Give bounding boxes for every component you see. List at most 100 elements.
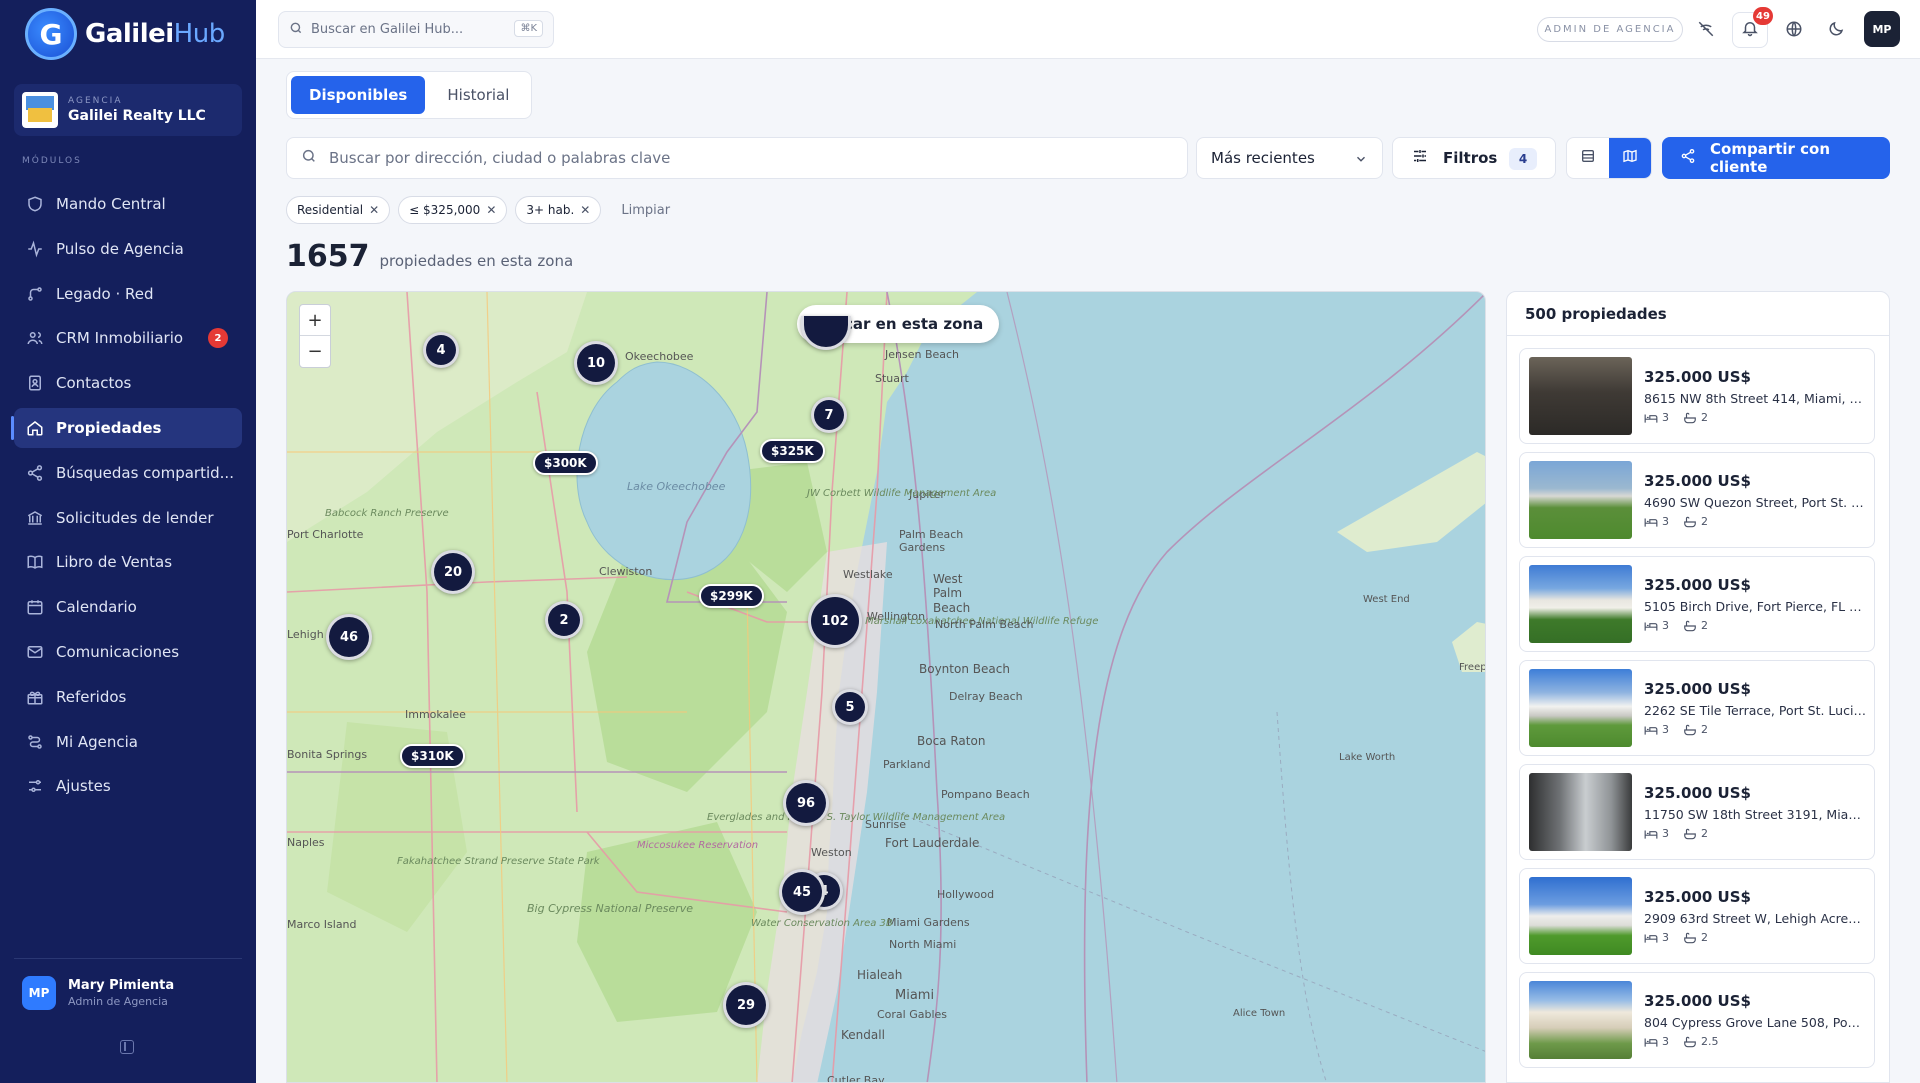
price-pin[interactable]: $299K bbox=[699, 584, 764, 608]
listing-specs: 3 2 bbox=[1644, 515, 1708, 528]
listing-card[interactable]: 325.000 US$ 8615 NW 8th Street 414, Miam… bbox=[1519, 348, 1875, 444]
map-label: JW Corbett Wildlife Management Area bbox=[807, 488, 997, 499]
close-icon[interactable]: ✕ bbox=[580, 203, 590, 217]
sidebar-item-busquedas-compartidas[interactable]: Búsquedas compartid... bbox=[14, 453, 242, 493]
map-cluster[interactable]: 45 bbox=[779, 869, 825, 915]
sidebar-item-mi-agencia[interactable]: Mi Agencia bbox=[14, 722, 242, 762]
listing-card[interactable]: 325.000 US$ 2909 63rd Street W, Lehigh A… bbox=[1519, 868, 1875, 964]
wifi-off-icon[interactable] bbox=[1692, 15, 1720, 43]
close-icon[interactable]: ✕ bbox=[486, 203, 496, 217]
agency-switcher[interactable]: AGENCIA Galilei Realty LLC bbox=[14, 84, 242, 136]
users-icon bbox=[26, 329, 44, 347]
clear-filters-link[interactable]: Limpiar bbox=[621, 203, 670, 218]
list-view-button[interactable] bbox=[1567, 138, 1609, 178]
listing-baths: 2 bbox=[1701, 515, 1708, 528]
sidebar-item-contactos[interactable]: Contactos bbox=[14, 363, 242, 403]
topbar: Buscar en Galilei Hub... ⌘K ADMIN DE AGE… bbox=[256, 0, 1920, 59]
collapse-sidebar-icon[interactable] bbox=[120, 1040, 134, 1054]
zoom-out-button[interactable]: − bbox=[300, 336, 330, 367]
listing-card[interactable]: 325.000 US$ 4690 SW Quezon Street, Port … bbox=[1519, 452, 1875, 548]
sidebar-item-ajustes[interactable]: Ajustes bbox=[14, 766, 242, 806]
map-cluster[interactable]: 2 bbox=[545, 601, 583, 639]
sidebar-item-referidos[interactable]: Referidos bbox=[14, 677, 242, 717]
map-label: Cutler Bay bbox=[827, 1074, 885, 1083]
property-map[interactable]: Lake Okeechobee Stuart Jupiter Palm Beac… bbox=[286, 291, 1486, 1083]
shield-icon bbox=[26, 195, 44, 213]
filter-chip-max-price[interactable]: ≤ $325,000 ✕ bbox=[398, 196, 508, 224]
sort-select[interactable]: Más recientes bbox=[1196, 137, 1383, 179]
map-view-button[interactable] bbox=[1609, 138, 1651, 178]
filter-chip-property-type[interactable]: Residential ✕ bbox=[286, 196, 391, 224]
map-label: Coral Gables bbox=[877, 1008, 948, 1021]
map-label: West End bbox=[1363, 594, 1410, 605]
map-cluster[interactable]: 20 bbox=[431, 550, 475, 594]
share-with-client-button[interactable]: Compartir con cliente bbox=[1662, 137, 1890, 179]
map-label: Water Conservation Area 3B bbox=[751, 918, 893, 929]
sliders-icon bbox=[26, 777, 44, 795]
listing-card[interactable]: 325.000 US$ 11750 SW 18th Street 3191, M… bbox=[1519, 764, 1875, 860]
listing-card[interactable]: 325.000 US$ 5105 Birch Drive, Fort Pierc… bbox=[1519, 556, 1875, 652]
sidebar-item-legado-red[interactable]: Legado · Red bbox=[14, 274, 242, 314]
bath-icon bbox=[1683, 516, 1697, 528]
modules-label: MÓDULOS bbox=[22, 156, 82, 166]
filter-chip-bedrooms[interactable]: 3+ hab. ✕ bbox=[515, 196, 602, 224]
sidebar-item-solicitudes-de-lender[interactable]: Solicitudes de lender bbox=[14, 498, 242, 538]
results-header: 500 propiedades bbox=[1507, 292, 1889, 336]
map-label: Miami Gardens bbox=[887, 916, 970, 929]
listing-beds: 3 bbox=[1662, 1035, 1669, 1048]
sidebar-item-propiedades[interactable]: Propiedades bbox=[11, 407, 242, 448]
listing-photo bbox=[1529, 773, 1632, 851]
home-icon bbox=[26, 419, 44, 437]
sidebar-item-comunicaciones[interactable]: Comunicaciones bbox=[14, 632, 242, 672]
user-profile[interactable]: MP Mary Pimienta Admin de Agencia bbox=[22, 976, 174, 1010]
sidebar-item-libro-de-ventas[interactable]: Libro de Ventas bbox=[14, 542, 242, 582]
sidebar-divider bbox=[14, 958, 242, 959]
filters-button[interactable]: Filtros 4 bbox=[1392, 137, 1556, 179]
map-label: Marco Island bbox=[287, 918, 357, 931]
chip-label: Residential bbox=[297, 203, 364, 217]
notifications-button[interactable]: 49 bbox=[1732, 7, 1773, 48]
map-cluster[interactable]: 29 bbox=[723, 982, 769, 1028]
map-cluster[interactable]: 7 bbox=[811, 397, 847, 433]
map-cluster[interactable]: 46 bbox=[326, 614, 372, 660]
globe-icon[interactable] bbox=[1780, 15, 1808, 43]
tab-historial[interactable]: Historial bbox=[429, 76, 527, 114]
global-search[interactable]: Buscar en Galilei Hub... ⌘K bbox=[278, 11, 554, 48]
sidebar-item-pulso-de-agencia[interactable]: Pulso de Agencia bbox=[14, 229, 242, 269]
listing-address: 4690 SW Quezon Street, Port St. Lucie, F… bbox=[1644, 495, 1866, 510]
listing-card[interactable]: 325.000 US$ 804 Cypress Grove Lane 508, … bbox=[1519, 972, 1875, 1068]
property-search-input[interactable] bbox=[329, 149, 1149, 167]
moon-icon[interactable] bbox=[1822, 15, 1850, 43]
map-base-layer bbox=[287, 292, 1485, 1082]
map-label: Palm Beach Gardens bbox=[899, 528, 964, 555]
listing-baths: 2.5 bbox=[1701, 1035, 1719, 1048]
galilei-logo-icon: G bbox=[25, 8, 77, 60]
notification-count-badge: 49 bbox=[1753, 7, 1773, 25]
map-cluster[interactable]: 5 bbox=[832, 689, 868, 725]
map-label: Fort Lauderdale bbox=[885, 836, 980, 850]
sidebar-item-mando-central[interactable]: Mando Central bbox=[14, 184, 242, 224]
close-icon[interactable]: ✕ bbox=[369, 203, 379, 217]
price-pin[interactable]: $300K bbox=[533, 451, 598, 475]
share-icon bbox=[26, 464, 44, 482]
activity-icon bbox=[26, 240, 44, 258]
price-pin[interactable]: $325K bbox=[760, 439, 825, 463]
sidebar-item-calendario[interactable]: Calendario bbox=[14, 587, 242, 627]
map-label: Kendall bbox=[841, 1028, 885, 1042]
map-label: Port Charlotte bbox=[287, 528, 364, 541]
map-cluster[interactable]: 96 bbox=[783, 780, 829, 826]
map-icon bbox=[1622, 148, 1638, 168]
map-cluster[interactable]: 4 bbox=[423, 332, 459, 368]
listing-photo bbox=[1529, 357, 1632, 435]
zoom-in-button[interactable]: + bbox=[300, 305, 330, 336]
price-pin[interactable]: $310K bbox=[400, 744, 465, 768]
tab-disponibles[interactable]: Disponibles bbox=[291, 76, 426, 114]
agency-logo-icon bbox=[22, 92, 58, 128]
sidebar-item-crm-inmobiliario[interactable]: CRM Inmobiliario 2 bbox=[14, 318, 242, 358]
map-cluster[interactable]: 102 bbox=[808, 594, 862, 648]
brand-logo[interactable]: G GalileiHub bbox=[25, 8, 225, 60]
listing-card[interactable]: 325.000 US$ 2262 SE Tile Terrace, Port S… bbox=[1519, 660, 1875, 756]
user-avatar-button[interactable]: MP bbox=[1864, 11, 1900, 47]
user-role: Admin de Agencia bbox=[68, 995, 168, 1008]
map-cluster[interactable]: 10 bbox=[574, 341, 618, 385]
